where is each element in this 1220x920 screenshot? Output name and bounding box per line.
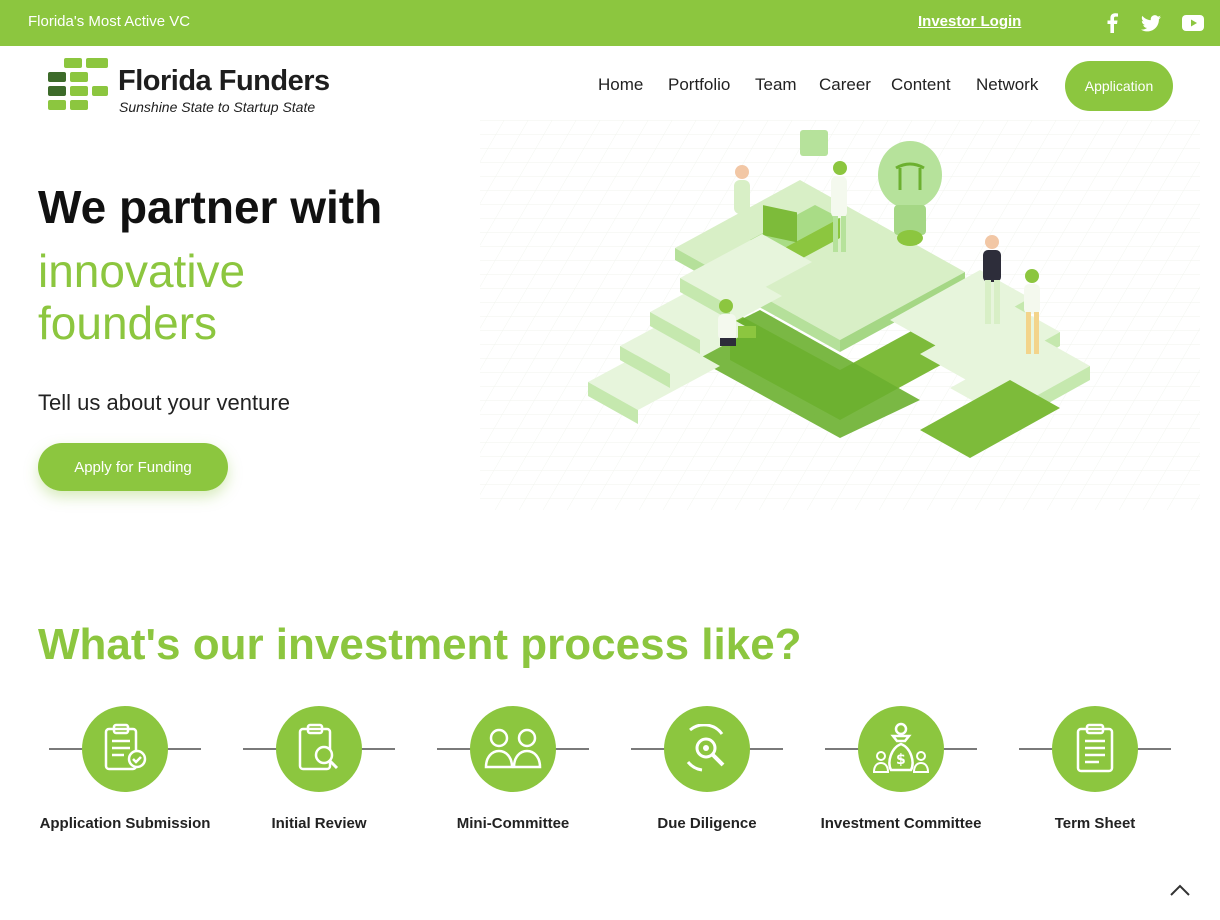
magnifier-icon	[686, 724, 725, 772]
florida-funders-logo[interactable]: Florida Funders Sunshine State to Startu…	[46, 56, 330, 118]
nav-portfolio[interactable]: Portfolio	[668, 75, 730, 95]
step-label: Due Diligence	[657, 815, 757, 832]
clipboard-search-icon	[298, 723, 339, 771]
money-bag-people-icon: $	[872, 722, 930, 773]
chevron-up-icon[interactable]	[1168, 878, 1192, 902]
step-circle	[1052, 706, 1138, 792]
step-label: Mini-Committee	[456, 815, 570, 832]
step-circle: $	[858, 706, 944, 792]
process-step-investment-committee: $ Investment Committee	[815, 700, 987, 870]
process-title: What's our investment process like?	[38, 620, 802, 669]
hero-heading: We partner with	[38, 181, 383, 233]
investor-login-link[interactable]: Investor Login	[918, 13, 1021, 30]
facebook-icon[interactable]	[1100, 11, 1124, 35]
step-circle	[82, 706, 168, 792]
apply-for-funding-button[interactable]: Apply for Funding	[38, 443, 228, 491]
hero-heading-highlight: innovative founders	[38, 245, 246, 349]
step-circle	[664, 706, 750, 792]
nav-network[interactable]: Network	[976, 75, 1038, 95]
process-step-mini-committee: Mini-Committee	[427, 700, 599, 870]
two-people-icon	[484, 728, 542, 769]
clipboard-icon	[1076, 723, 1114, 773]
process-step-term-sheet: Term Sheet	[1009, 700, 1181, 870]
nav-career[interactable]: Career	[819, 75, 871, 95]
step-label: Application Submission	[39, 815, 211, 832]
process-step-initial-review: Initial Review	[233, 700, 405, 870]
step-circle	[276, 706, 362, 792]
logo-name: Florida Funders	[118, 65, 330, 97]
nav-home[interactable]: Home	[598, 75, 643, 95]
application-button[interactable]: Application	[1065, 61, 1173, 111]
step-label: Investment Committee	[820, 815, 982, 832]
step-label: Term Sheet	[1054, 815, 1136, 832]
clipboard-check-icon	[104, 723, 147, 771]
nav-content[interactable]: Content	[891, 75, 951, 95]
logo-subtitle: Sunshine State to Startup State	[119, 99, 316, 115]
step-label: Initial Review	[271, 815, 367, 832]
hero-subtitle: Tell us about your venture	[38, 390, 290, 415]
logo-mark-icon	[48, 58, 108, 110]
twitter-icon[interactable]	[1139, 11, 1163, 35]
top-bar: Florida's Most Active VC Investor Login	[0, 0, 1220, 46]
process-step-due-diligence: Due Diligence	[621, 700, 793, 870]
nav-team[interactable]: Team	[755, 75, 797, 95]
step-circle	[470, 706, 556, 792]
hero-illustration	[480, 120, 1200, 510]
youtube-icon[interactable]	[1181, 11, 1205, 35]
tagline: Florida's Most Active VC	[28, 13, 191, 30]
process-step-application-submission: Application Submission	[39, 700, 211, 870]
svg-text:$: $	[896, 752, 906, 768]
